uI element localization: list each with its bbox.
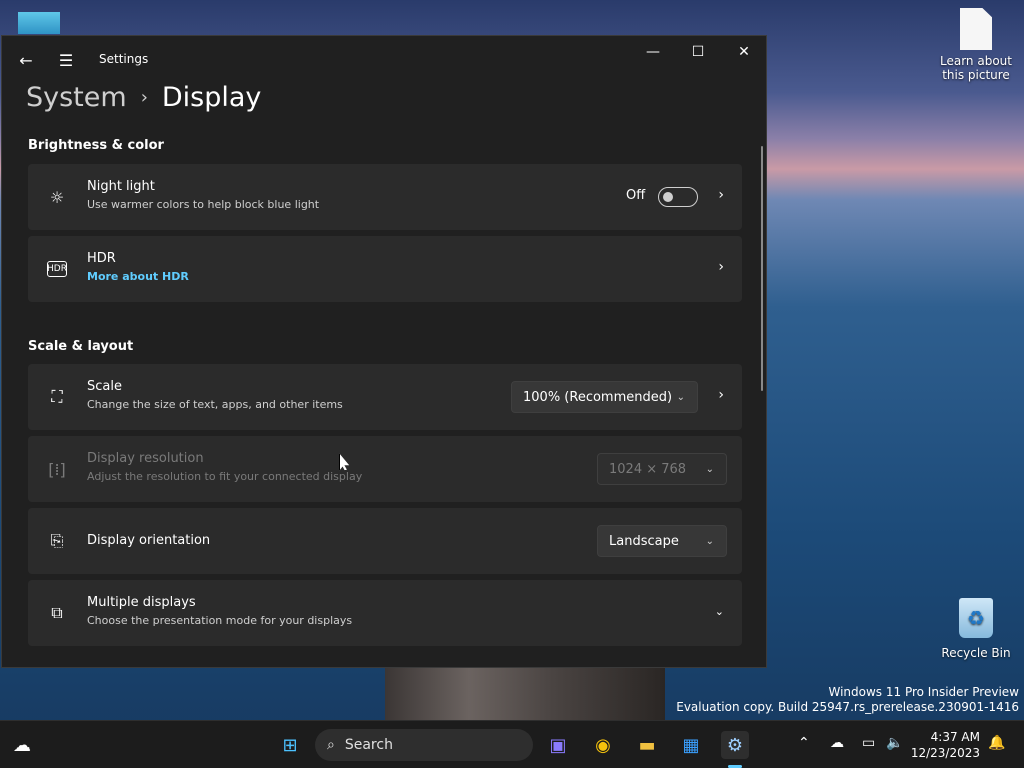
notification-bell-icon[interactable]: 🔔 (988, 735, 1005, 751)
scale-card[interactable]: ⛶ Scale Change the size of text, apps, a… (28, 364, 742, 430)
night-light-state-label: Off (626, 188, 646, 203)
settings-taskbar-icon[interactable]: ⚙ (721, 731, 749, 759)
evaluation-watermark: Windows 11 Pro Insider Preview Evaluatio… (676, 685, 1019, 715)
volume-icon[interactable]: 🔈 (886, 735, 903, 751)
card-title: Multiple displays (87, 595, 196, 610)
card-subtitle: Use warmer colors to help block blue lig… (87, 198, 320, 211)
chevron-right-icon: › (718, 387, 724, 403)
scale-dropdown-value: 100% (Recommended) (523, 389, 673, 405)
card-subtitle: Choose the presentation mode for your di… (87, 614, 353, 627)
desktop-thumbnail (18, 12, 60, 34)
display-resolution-card: [⁞] Display resolution Adjust the resolu… (28, 436, 742, 502)
hamburger-menu-icon[interactable]: ☰ (52, 46, 80, 74)
page-title: Display (161, 82, 262, 113)
chevron-down-icon: ⌄ (705, 463, 714, 475)
orientation-dropdown-value: Landscape (609, 533, 679, 549)
orientation-icon: ⎘ (50, 531, 64, 550)
multiple-displays-icon: ⧉ (51, 603, 63, 622)
store-icon[interactable]: ▦ (677, 731, 705, 759)
chevron-down-icon: ⌄ (676, 391, 685, 403)
back-arrow-icon[interactable]: ← (12, 46, 40, 74)
minimize-icon[interactable]: — (630, 36, 676, 68)
card-title: Display resolution (87, 451, 204, 466)
chevron-up-icon[interactable]: ⌃ (798, 735, 810, 751)
desktop-icon-label: Learn about this picture (940, 54, 1012, 82)
resolution-dropdown-value: 1024 × 768 (609, 461, 687, 477)
scrollbar[interactable] (761, 146, 763, 391)
hdr-card[interactable]: HDR HDR More about HDR › (28, 236, 742, 302)
document-icon (960, 8, 992, 50)
settings-window: ← ☰ Settings — ☐ ✕ System › Display Brig… (1, 35, 767, 668)
scale-icon: ⛶ (51, 387, 63, 406)
card-title: Display orientation (87, 533, 211, 548)
resolution-icon: [⁞] (48, 459, 66, 479)
clock-date: 12/23/2023 (910, 746, 980, 760)
weather-icon[interactable]: ☁ (8, 731, 36, 759)
wallpaper-pier (385, 668, 665, 720)
app-title: Settings (99, 52, 149, 66)
breadcrumb: System › Display (26, 82, 261, 113)
breadcrumb-system[interactable]: System (26, 82, 127, 113)
desktop-icon-learn-about-picture[interactable]: Learn about this picture (940, 8, 1012, 82)
chrome-icon[interactable]: ◉ (589, 731, 617, 759)
desktop-icon-label: Recycle Bin (941, 646, 1011, 660)
taskbar-search[interactable]: ⌕ Search (315, 729, 533, 761)
more-about-hdr-link[interactable]: More about HDR (87, 270, 189, 283)
display-orientation-card[interactable]: ⎘ Display orientation Landscape ⌄ (28, 508, 742, 574)
watermark-line: Evaluation copy. Build 25947.rs_prerelea… (676, 700, 1019, 714)
chevron-right-icon: › (718, 187, 724, 203)
search-label: Search (344, 737, 393, 753)
night-light-card[interactable]: ☼ Night light Use warmer colors to help … (28, 164, 742, 230)
multiple-displays-card[interactable]: ⧉ Multiple displays Choose the presentat… (28, 580, 742, 646)
chevron-down-icon[interactable]: ⌄ (715, 605, 724, 618)
breadcrumb-chevron-icon: › (140, 87, 148, 108)
hdr-icon: HDR (47, 261, 67, 277)
card-title: Night light (87, 179, 155, 194)
card-title: HDR (87, 251, 116, 266)
onedrive-icon[interactable]: ☁ (830, 735, 844, 751)
network-icon[interactable]: ▭ (862, 735, 875, 751)
maximize-icon[interactable]: ☐ (675, 36, 721, 68)
orientation-dropdown[interactable]: Landscape ⌄ (597, 525, 727, 557)
section-title-scale-layout: Scale & layout (28, 339, 134, 354)
resolution-dropdown: 1024 × 768 ⌄ (597, 453, 727, 485)
scale-dropdown[interactable]: 100% (Recommended) ⌄ (511, 381, 698, 413)
card-subtitle: Change the size of text, apps, and other… (87, 398, 343, 411)
watermark-line: Windows 11 Pro Insider Preview (828, 685, 1019, 699)
night-light-toggle[interactable] (658, 187, 698, 207)
recycle-bin-icon: ♻ (959, 598, 993, 638)
file-explorer-icon[interactable]: ▬ (633, 731, 661, 759)
desktop-icon-recycle-bin[interactable]: ♻ Recycle Bin (940, 598, 1012, 660)
search-icon: ⌕ (327, 737, 335, 753)
brightness-icon: ☼ (49, 187, 65, 207)
taskbar: ☁ ⊞ ⌕ Search ▣ ◉ ▬ ▦ ⚙ ⌃ ☁ ▭ 🔈 4:37 AM 1… (0, 720, 1024, 768)
chevron-down-icon: ⌄ (705, 535, 714, 547)
taskbar-clock[interactable]: 4:37 AM 12/23/2023 (911, 729, 980, 761)
card-subtitle: Adjust the resolution to fit your connec… (87, 470, 363, 483)
start-icon[interactable]: ⊞ (276, 731, 304, 759)
chevron-right-icon: › (718, 259, 724, 275)
close-icon[interactable]: ✕ (721, 36, 766, 68)
clock-time: 4:37 AM (930, 730, 980, 744)
title-bar: ← ☰ Settings — ☐ ✕ (2, 36, 766, 84)
section-title-brightness: Brightness & color (28, 138, 164, 153)
teams-icon[interactable]: ▣ (544, 731, 572, 759)
card-title: Scale (87, 379, 122, 394)
